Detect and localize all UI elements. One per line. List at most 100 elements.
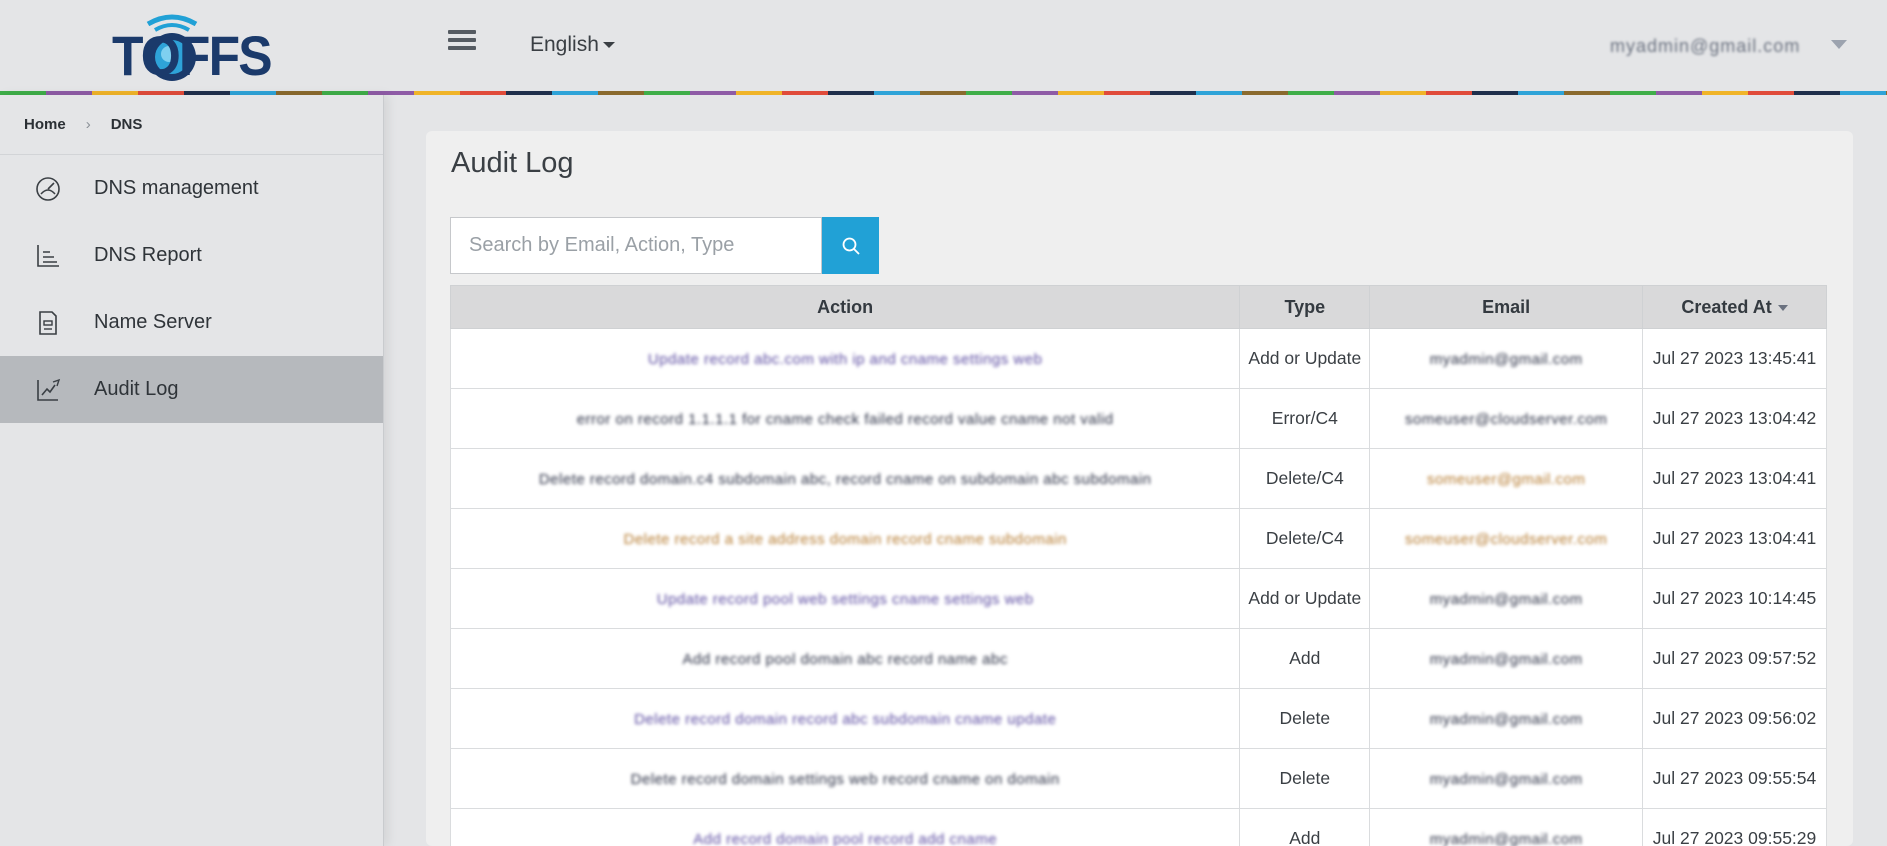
caret-down-icon [602,42,615,49]
email-text: myadmin@gmail.com [1429,771,1583,788]
table-row[interactable]: Add record domain pool record add cname … [449,808,1827,846]
cell-created-at: Jul 27 2023 13:45:41 [1642,328,1827,389]
gauge-icon [36,176,60,201]
cell-email: someuser@cloudserver.com [1369,508,1644,569]
email-text: myadmin@gmail.com [1429,591,1583,608]
breadcrumb-separator-icon: › [85,116,91,133]
toffs-logo[interactable]: TOFFS [112,10,274,84]
sort-descending-icon[interactable] [1777,304,1788,311]
edit-chart-icon [37,378,61,401]
table-row[interactable]: Add record pool domain abc record name a… [449,628,1827,689]
action-text: Add record pool domain abc record name a… [682,651,1008,668]
cell-action: Add record pool domain abc record name a… [449,628,1241,689]
cell-action: Delete record domain settings web record… [449,748,1241,809]
action-text: Delete record domain record abc subdomai… [634,711,1057,728]
cell-email: myadmin@gmail.com [1369,328,1644,389]
cell-type: Add [1239,628,1371,689]
table-row[interactable]: Update record abc.com with ip and cname … [449,328,1827,389]
cell-email: myadmin@gmail.com [1369,628,1644,689]
cell-type: Delete/C4 [1239,448,1371,509]
cell-action: Delete record domain record abc subdomai… [449,688,1241,749]
cell-action: Update record pool web settings cname se… [449,568,1241,629]
email-text: someuser@cloudserver.com [1405,411,1608,428]
email-text: myadmin@gmail.com [1429,831,1583,846]
cell-created-at: Jul 27 2023 13:04:42 [1642,388,1827,449]
column-header-email[interactable]: Email [1369,285,1644,329]
table-row[interactable]: Delete record domain.c4 subdomain abc, r… [449,448,1827,509]
sidebar: Home › DNS DNS management DNS Report Nam… [0,95,384,846]
email-text: myadmin@gmail.com [1429,651,1583,668]
column-header-created-at[interactable]: Created At [1642,285,1827,329]
breadcrumb-home[interactable]: Home [24,116,66,133]
email-text: someuser@cloudserver.com [1405,531,1608,548]
cell-created-at: Jul 27 2023 09:55:29 [1642,808,1827,846]
cell-type: Error/C4 [1239,388,1371,449]
user-menu[interactable]: myadmin@gmail.com [1610,36,1800,57]
audit-log-table: Action Type Email Created At Update reco… [449,285,1827,846]
search-input[interactable] [450,217,822,274]
cell-email: myadmin@gmail.com [1369,748,1644,809]
sidebar-item-dns-report[interactable]: DNS Report [0,222,383,289]
chevron-down-icon[interactable] [1831,40,1847,49]
table-row[interactable]: Delete record domain settings web record… [449,748,1827,809]
action-text: Delete record domain settings web record… [630,771,1060,788]
audit-log-panel: Audit Log Action Type Email Created At U… [426,131,1853,846]
cell-type: Add or Update [1239,568,1371,629]
sidebar-item-label: DNS Report [94,244,202,266]
email-text: myadmin@gmail.com [1429,351,1583,368]
action-text: Add record domain pool record add cname [693,831,998,846]
search-button[interactable] [822,217,879,274]
sidebar-item-label: DNS management [94,177,259,199]
cell-email: myadmin@gmail.com [1369,568,1644,629]
cell-action: Add record domain pool record add cname [449,808,1241,846]
breadcrumb: Home › DNS [0,95,383,155]
cell-action: Update record abc.com with ip and cname … [449,328,1241,389]
action-text: Update record pool web settings cname se… [656,591,1034,608]
page-title: Audit Log [451,147,574,179]
table-header-row: Action Type Email Created At [449,285,1827,329]
search-icon [842,237,860,255]
document-icon [39,310,57,335]
top-header: TOFFS English myadmin@gmail.com [0,0,1887,92]
cell-action: error on record 1.1.1.1 for cname check … [449,388,1241,449]
cell-email: myadmin@gmail.com [1369,688,1644,749]
sidebar-item-label: Audit Log [94,378,179,400]
sidebar-item-audit-log[interactable]: Audit Log [0,356,383,423]
cell-type: Delete/C4 [1239,508,1371,569]
table-row[interactable]: Update record pool web settings cname se… [449,568,1827,629]
chart-icon [37,244,59,267]
table-row[interactable]: error on record 1.1.1.1 for cname check … [449,388,1827,449]
cell-type: Add [1239,808,1371,846]
table-row[interactable]: Delete record a site address domain reco… [449,508,1827,569]
cell-created-at: Jul 27 2023 09:57:52 [1642,628,1827,689]
language-label: English [530,33,599,56]
cell-created-at: Jul 27 2023 09:56:02 [1642,688,1827,749]
cell-action: Delete record domain.c4 subdomain abc, r… [449,448,1241,509]
column-header-action[interactable]: Action [449,285,1241,329]
cell-type: Add or Update [1239,328,1371,389]
logo-text: TOFFS [112,24,273,87]
email-text: myadmin@gmail.com [1429,711,1583,728]
action-text: error on record 1.1.1.1 for cname check … [576,411,1114,428]
table-row[interactable]: Delete record domain record abc subdomai… [449,688,1827,749]
cell-created-at: Jul 27 2023 09:55:54 [1642,748,1827,809]
language-dropdown[interactable]: English [530,33,615,57]
cell-type: Delete [1239,748,1371,809]
sidebar-item-label: Name Server [94,311,212,333]
cell-email: myadmin@gmail.com [1369,808,1644,846]
email-text: someuser@gmail.com [1426,471,1586,488]
action-text: Update record abc.com with ip and cname … [647,351,1043,368]
action-text: Delete record a site address domain reco… [623,531,1067,548]
cell-type: Delete [1239,688,1371,749]
menu-toggle-icon[interactable] [448,30,476,54]
sidebar-item-dns-management[interactable]: DNS management [0,155,383,222]
sidebar-item-name-server[interactable]: Name Server [0,289,383,356]
cell-email: someuser@cloudserver.com [1369,388,1644,449]
breadcrumb-current: DNS [110,116,143,133]
action-text: Delete record domain.c4 subdomain abc, r… [538,471,1152,488]
cell-created-at: Jul 27 2023 10:14:45 [1642,568,1827,629]
cell-created-at: Jul 27 2023 13:04:41 [1642,448,1827,509]
cell-created-at: Jul 27 2023 13:04:41 [1642,508,1827,569]
cell-email: someuser@gmail.com [1369,448,1644,509]
column-header-type[interactable]: Type [1239,285,1371,329]
